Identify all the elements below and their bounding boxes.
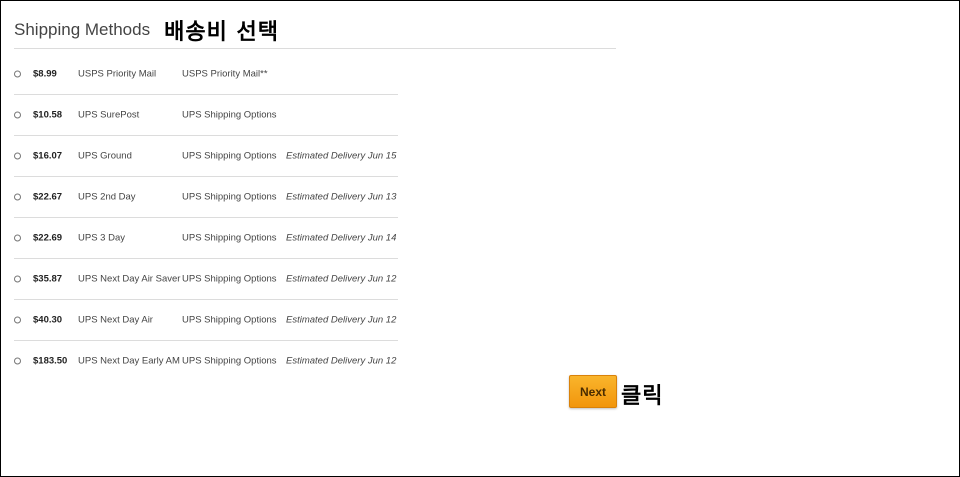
estimated-delivery: Estimated Delivery Jun 13 bbox=[286, 191, 397, 203]
shipping-option-row[interactable]: $183.50 UPS Next Day Early AM UPS Shippi… bbox=[14, 341, 398, 381]
select-shipping-annotation: 배송비 선택 bbox=[164, 20, 279, 45]
next-button[interactable]: Next bbox=[569, 375, 617, 408]
shipping-service: UPS 2nd Day bbox=[78, 191, 136, 203]
shipping-price: $22.67 bbox=[33, 191, 63, 203]
estimated-delivery: Estimated Delivery Jun 15 bbox=[286, 150, 397, 162]
shipping-carrier: UPS Shipping Options bbox=[182, 273, 277, 285]
shipping-option-radio[interactable] bbox=[14, 316, 21, 324]
shipping-service: UPS SurePost bbox=[78, 109, 140, 121]
shipping-carrier: UPS Shipping Options bbox=[182, 150, 277, 162]
shipping-option-radio[interactable] bbox=[14, 70, 21, 78]
shipping-carrier: UPS Shipping Options bbox=[182, 191, 277, 203]
shipping-option-row[interactable]: $35.87 UPS Next Day Air Saver UPS Shippi… bbox=[14, 259, 398, 300]
shipping-service: UPS Next Day Early AM bbox=[78, 355, 180, 367]
shipping-methods-list: $8.99 USPS Priority Mail USPS Priority M… bbox=[14, 54, 398, 381]
shipping-price: $22.69 bbox=[33, 232, 63, 244]
shipping-option-row[interactable]: $22.67 UPS 2nd Day UPS Shipping Options … bbox=[14, 177, 398, 218]
shipping-carrier: UPS Shipping Options bbox=[182, 232, 277, 244]
shipping-option-row[interactable]: $16.07 UPS Ground UPS Shipping Options E… bbox=[14, 136, 398, 177]
estimated-delivery: Estimated Delivery Jun 12 bbox=[286, 273, 397, 285]
shipping-service: UPS 3 Day bbox=[78, 232, 125, 244]
shipping-carrier: UPS Shipping Options bbox=[182, 355, 277, 367]
shipping-option-radio[interactable] bbox=[14, 111, 21, 119]
shipping-option-row[interactable]: $40.30 UPS Next Day Air UPS Shipping Opt… bbox=[14, 300, 398, 341]
click-annotation: 클릭 bbox=[621, 384, 664, 409]
estimated-delivery: Estimated Delivery Jun 14 bbox=[286, 232, 397, 244]
screenshot-frame: Shipping Methods 배송비 선택 $8.99 USPS Prior… bbox=[0, 0, 960, 477]
shipping-option-radio[interactable] bbox=[14, 234, 21, 242]
shipping-option-radio[interactable] bbox=[14, 357, 21, 365]
shipping-carrier: USPS Priority Mail** bbox=[182, 68, 268, 80]
section-title: Shipping Methods bbox=[14, 20, 151, 39]
shipping-carrier: UPS Shipping Options bbox=[182, 314, 277, 326]
shipping-option-radio[interactable] bbox=[14, 152, 21, 160]
shipping-service: UPS Ground bbox=[78, 150, 132, 162]
shipping-option-row[interactable]: $10.58 UPS SurePost UPS Shipping Options bbox=[14, 95, 398, 136]
estimated-delivery: Estimated Delivery Jun 12 bbox=[286, 355, 397, 367]
shipping-service: UPS Next Day Air bbox=[78, 314, 153, 326]
shipping-option-radio[interactable] bbox=[14, 193, 21, 201]
section-header: Shipping Methods 배송비 선택 bbox=[14, 13, 616, 49]
shipping-service: UPS Next Day Air Saver bbox=[78, 273, 181, 285]
shipping-price: $10.58 bbox=[33, 109, 63, 121]
shipping-price: $8.99 bbox=[33, 68, 57, 80]
shipping-option-row[interactable]: $22.69 UPS 3 Day UPS Shipping Options Es… bbox=[14, 218, 398, 259]
shipping-option-radio[interactable] bbox=[14, 275, 21, 283]
shipping-service: USPS Priority Mail bbox=[78, 68, 157, 80]
shipping-price: $16.07 bbox=[33, 150, 63, 162]
shipping-carrier: UPS Shipping Options bbox=[182, 109, 277, 121]
estimated-delivery: Estimated Delivery Jun 12 bbox=[286, 314, 397, 326]
shipping-price: $40.30 bbox=[33, 314, 63, 326]
shipping-option-row[interactable]: $8.99 USPS Priority Mail USPS Priority M… bbox=[14, 54, 398, 95]
shipping-price: $183.50 bbox=[33, 355, 68, 367]
shipping-price: $35.87 bbox=[33, 273, 63, 285]
